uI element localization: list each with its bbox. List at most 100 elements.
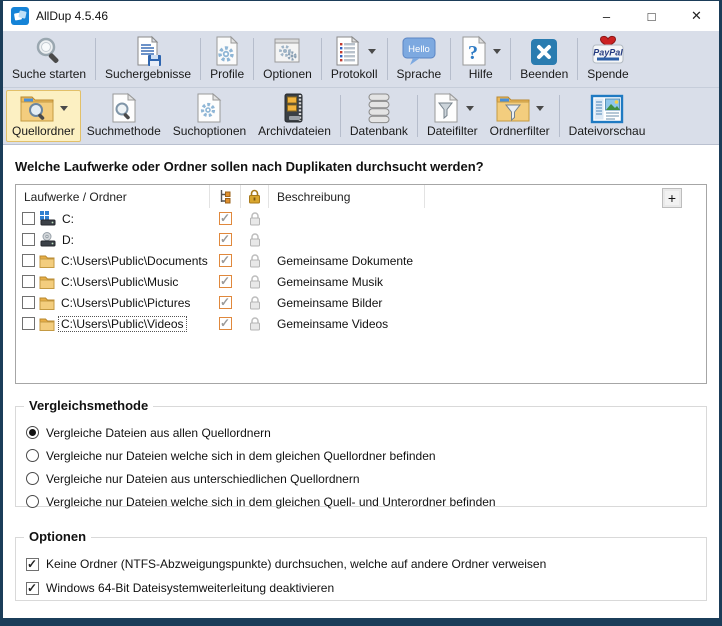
recurse-checkbox[interactable] <box>219 254 232 267</box>
checkbox-option[interactable]: Windows 64-Bit Dateisystemweiterleitung … <box>26 576 696 600</box>
recurse-checkbox[interactable] <box>219 233 232 246</box>
folder-path[interactable]: C:\Users\Public\Videos <box>59 317 186 331</box>
alldup-app-icon <box>11 7 29 25</box>
protocol-button[interactable]: Protokoll <box>325 33 384 85</box>
option-checkbox[interactable] <box>26 558 39 571</box>
minimize-button[interactable]: – <box>584 1 629 31</box>
content-area: Welche Laufwerke oder Ordner sollen nach… <box>3 145 719 618</box>
maximize-button[interactable]: □ <box>629 1 674 31</box>
radio-option[interactable]: Vergleiche nur Dateien aus unterschiedli… <box>26 467 696 490</box>
options-group: Optionen Keine Ordner (NTFS-Abzweigungsp… <box>15 537 707 601</box>
toolbar-separator <box>200 38 201 80</box>
close-button[interactable]: ✕ <box>674 1 719 31</box>
row-select-checkbox[interactable] <box>22 212 35 225</box>
recurse-checkbox[interactable] <box>219 296 232 309</box>
radio-button[interactable] <box>26 472 39 485</box>
column-header-recurse[interactable] <box>210 185 241 208</box>
checkbox-option[interactable]: Keine Ordner (NTFS-Abzweigungspunkte) du… <box>26 552 696 576</box>
table-row[interactable]: C: <box>16 208 706 229</box>
column-header-laufwerke-ordner[interactable]: Laufwerke / Ordner <box>16 185 210 208</box>
recurse-checkbox[interactable] <box>219 275 232 288</box>
toolbar-separator <box>559 95 560 137</box>
folder-path[interactable]: C:\Users\Public\Pictures <box>59 296 192 310</box>
option-checkbox[interactable] <box>26 582 39 595</box>
svg-text:Hello: Hello <box>408 44 430 55</box>
lock-icon-gray[interactable] <box>249 296 261 310</box>
search-icon <box>33 35 65 67</box>
table-row[interactable]: C:\Users\Public\Documents Gemeinsame Dok… <box>16 250 706 271</box>
recurse-checkbox[interactable] <box>219 317 232 330</box>
folder-path[interactable]: C:\Users\Public\Music <box>59 275 180 289</box>
tab-suchmethode[interactable]: Suchmethode <box>81 90 167 142</box>
column-header-beschreibung[interactable]: Beschreibung <box>269 185 425 208</box>
svg-text:PayPal: PayPal <box>593 48 623 58</box>
comparison-method-group: Vergleichsmethode Vergleiche Dateien aus… <box>15 406 707 507</box>
table-header: Laufwerke / Ordner <box>16 185 706 208</box>
row-select-checkbox[interactable] <box>22 275 35 288</box>
table-row[interactable]: C:\Users\Public\Music Gemeinsame Musik <box>16 271 706 292</box>
lock-icon-gray[interactable] <box>249 233 261 247</box>
radio-button[interactable] <box>26 495 39 508</box>
tab-quellordner[interactable]: Quellordner <box>6 90 81 142</box>
lock-icon-gray[interactable] <box>249 275 261 289</box>
options-button[interactable]: Optionen <box>257 33 318 85</box>
toolbar-separator <box>340 95 341 137</box>
svg-text:?: ? <box>468 42 478 64</box>
radio-option[interactable]: Vergleiche Dateien aus allen Quellordner… <box>26 421 696 444</box>
lock-icon-gray[interactable] <box>249 254 261 268</box>
checkbox-label: Keine Ordner (NTFS-Abzweigungspunkte) du… <box>46 557 546 571</box>
chevron-down-icon <box>493 49 501 54</box>
tab-dateivorschau[interactable]: Dateivorschau <box>563 90 652 142</box>
speech-bubble-icon: Hello <box>401 35 437 67</box>
folder-path[interactable]: C: <box>60 212 76 226</box>
table-row[interactable]: C:\Users\Public\Videos Gemeinsame Videos <box>16 313 706 334</box>
source-folder-search-icon <box>19 92 55 124</box>
tab-dateifilter[interactable]: Dateifilter <box>421 90 484 142</box>
tab-archivdateien[interactable]: Archivdateien <box>252 90 337 142</box>
alldup-window: AllDup 4.5.46 – □ ✕ Suche starten <box>0 0 722 626</box>
profiles-button[interactable]: Profile <box>204 33 250 85</box>
lock-icon-gray[interactable] <box>249 317 261 331</box>
folder-description: Gemeinsame Dokumente <box>269 254 569 268</box>
row-select-checkbox[interactable] <box>22 233 35 246</box>
chevron-down-icon <box>536 106 544 111</box>
search-results-button[interactable]: Suchergebnisse <box>99 33 197 85</box>
column-header-lock[interactable] <box>241 185 269 208</box>
table-row[interactable]: C:\Users\Public\Pictures Gemeinsame Bild… <box>16 292 706 313</box>
radio-label: Vergleiche nur Dateien welche sich in de… <box>46 495 496 509</box>
radio-button[interactable] <box>26 426 39 439</box>
row-select-checkbox[interactable] <box>22 254 35 267</box>
recurse-checkbox[interactable] <box>219 212 232 225</box>
add-column-button[interactable]: + <box>662 188 682 208</box>
folder-filter-icon <box>495 92 531 124</box>
lock-icon-gray[interactable] <box>249 212 261 226</box>
folder-description: Gemeinsame Videos <box>269 317 569 331</box>
file-filter-icon <box>431 92 461 124</box>
exit-button[interactable]: Beenden <box>514 33 574 85</box>
radio-button[interactable] <box>26 449 39 462</box>
table-row[interactable]: D: <box>16 229 706 250</box>
help-button[interactable]: ? Hilfe <box>454 33 507 85</box>
radio-label: Vergleiche nur Dateien aus unterschiedli… <box>46 472 360 486</box>
folder-path[interactable]: D: <box>60 233 76 247</box>
tab-suchoptionen[interactable]: Suchoptionen <box>167 90 252 142</box>
donate-button[interactable]: PayPal Spende <box>581 33 634 85</box>
checkbox-label: Windows 64-Bit Dateisystemweiterleitung … <box>46 581 334 595</box>
language-button[interactable]: Hello Sprache <box>391 33 448 85</box>
toolbar-separator <box>321 38 322 80</box>
chevron-down-icon <box>466 106 474 111</box>
folder-path[interactable]: C:\Users\Public\Documents <box>59 254 210 268</box>
row-select-checkbox[interactable] <box>22 296 35 309</box>
radio-option[interactable]: Vergleiche nur Dateien welche sich in de… <box>26 490 696 513</box>
file-preview-icon <box>590 94 624 124</box>
toolbar-separator <box>577 38 578 80</box>
tab-datenbank[interactable]: Datenbank <box>344 90 414 142</box>
radio-option[interactable]: Vergleiche nur Dateien welche sich in de… <box>26 444 696 467</box>
toolbar-separator <box>450 38 451 80</box>
database-icon <box>363 92 395 124</box>
row-select-checkbox[interactable] <box>22 317 35 330</box>
start-search-button[interactable]: Suche starten <box>6 33 92 85</box>
folder-icon <box>39 317 55 331</box>
chevron-down-icon <box>368 49 376 54</box>
tab-ordnerfilter[interactable]: Ordnerfilter <box>484 90 556 142</box>
